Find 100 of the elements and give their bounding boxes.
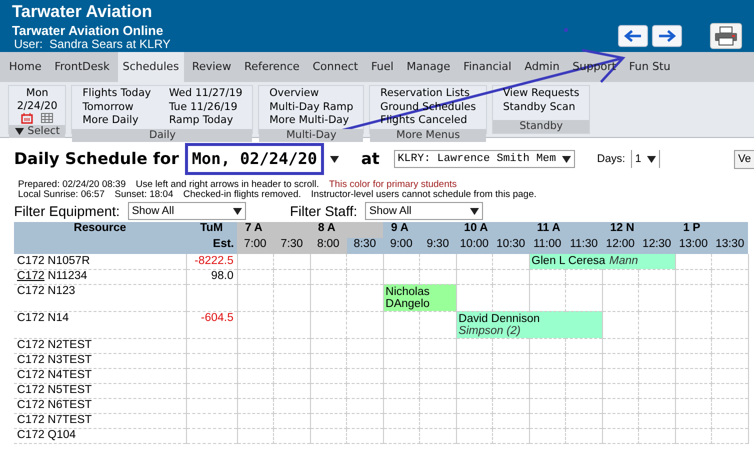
nav-tab[interactable]: Review	[186, 52, 236, 82]
time-header: 9:30	[420, 238, 456, 254]
caret-icon	[562, 156, 572, 162]
time-header: 9:00	[383, 238, 420, 254]
nav-tab[interactable]: Reference	[239, 52, 305, 82]
scroll-hint: Use left and right arrows in header to scroll.	[136, 180, 319, 190]
instructor-note: Instructor-level users cannot schedule from this page.	[311, 190, 536, 200]
filter-select[interactable]: Show All	[128, 202, 246, 220]
menu-link[interactable]: Overview	[269, 87, 354, 100]
resource-name: C172 N6TEST	[14, 398, 186, 413]
nav-tab[interactable]: Fuel	[366, 52, 399, 82]
filter-label: Filter Staff:	[290, 202, 358, 220]
hour-header: 8 A	[310, 222, 384, 238]
menu-link[interactable]: More Daily	[82, 114, 151, 128]
calendar-icon[interactable]	[21, 113, 34, 124]
nav-tab[interactable]: Connect	[308, 52, 364, 82]
menu-link[interactable]: View Requests	[502, 87, 580, 100]
nav-tab[interactable]: Manage	[402, 52, 456, 82]
time-header: 12:00	[602, 238, 639, 254]
time-header: 10:30	[492, 238, 530, 254]
view-button[interactable]: Ve	[734, 150, 754, 168]
instructor-name: Mann	[609, 255, 638, 267]
legend-text: This color for primary students	[329, 180, 457, 190]
student-name: David Dennison	[458, 312, 540, 324]
hour-header: 9 A	[383, 222, 456, 238]
org-name: Tarwater Aviation	[12, 2, 154, 21]
estimate-cell: -604.5	[186, 311, 237, 338]
resource-name: C172 Q104	[14, 428, 186, 443]
menu-link[interactable]: Multi-Day Ramp	[269, 100, 354, 114]
sunset-text: Sunset: 18:04	[114, 190, 174, 200]
caret-icon	[470, 208, 480, 214]
app-title: Tarwater Aviation Online	[12, 23, 164, 38]
student-name: Glen L Ceresa	[532, 255, 606, 267]
group-label: Multi-Day	[259, 128, 364, 142]
printer-icon	[714, 26, 738, 46]
date-display[interactable]: Mon, 02/24/20	[184, 143, 324, 175]
booking-block[interactable]: David Dennison Simpson (2)	[456, 311, 602, 338]
menu-link[interactable]: More Multi-Day	[269, 114, 354, 128]
estimate-cell: 98.0	[186, 269, 237, 284]
location-select[interactable]: KLRY: Lawrence Smith Mem	[394, 150, 576, 168]
resource-name: C172 N5TEST	[14, 383, 186, 398]
estimate-cell: -8222.5	[186, 254, 237, 269]
resource-name: C172 N3TEST	[14, 353, 186, 368]
grid-icon[interactable]	[41, 113, 54, 123]
scroll-right-button[interactable]	[652, 25, 682, 47]
time-header: 11:00	[529, 238, 566, 254]
menu-link[interactable]: Tomorrow	[82, 100, 151, 114]
filter-select[interactable]: Show All	[365, 202, 484, 220]
column-header: Resource	[14, 222, 186, 254]
time-header: 11:30	[566, 238, 602, 254]
checked-in-note: Checked-in flights removed.	[183, 190, 302, 200]
menu-link[interactable]: Tue 11/26/19	[168, 100, 242, 114]
nav-tab[interactable]: Fun Stu	[624, 52, 676, 82]
menu-link[interactable]: Standby Scan	[502, 100, 580, 114]
time-header: 12:30	[638, 238, 676, 254]
group-label: Standby	[492, 120, 590, 133]
booking-block[interactable]: Nicholas DAngelo	[383, 284, 456, 311]
menu-link[interactable]: Reservation Lists	[380, 87, 476, 100]
caret-icon	[647, 156, 656, 162]
resource-name: C172 N123	[14, 284, 186, 311]
column-header: TuM	[186, 222, 237, 238]
time-header: 13:30	[712, 238, 748, 254]
aircraft-type-link[interactable]: C172	[17, 270, 44, 282]
nav-tab[interactable]: FrontDesk	[49, 52, 115, 82]
instructor-name: Simpson (2)	[458, 324, 521, 336]
page-title: Daily Schedule for	[14, 148, 179, 170]
resource-name: C172 N1057R	[14, 254, 186, 269]
left-arrow-icon	[624, 30, 642, 42]
time-header: 13:00	[675, 238, 712, 254]
hour-header: 7 A	[237, 222, 310, 238]
column-header: Est.	[186, 238, 237, 254]
booking-block[interactable]: Glen L Ceresa Mann	[529, 254, 676, 269]
time-header: 8:00	[310, 238, 347, 254]
user-label: User: Sandra Sears at KLRY	[13, 38, 171, 51]
caret-icon	[232, 208, 242, 214]
date-caret-icon	[330, 156, 340, 164]
nav-tab[interactable]: Home	[4, 52, 46, 82]
resource-name: C172 N2TEST	[14, 338, 186, 353]
resource-name: C172 N14	[14, 311, 186, 338]
nav-tab[interactable]: Admin	[519, 52, 565, 82]
resource-name: C172 N7TEST	[14, 413, 186, 428]
caret-icon	[14, 128, 24, 135]
days-select[interactable]: 1	[631, 150, 660, 168]
right-arrow-icon	[658, 30, 676, 42]
nav-tab[interactable]: Financial	[458, 52, 516, 82]
print-button[interactable]	[710, 23, 742, 49]
tail-number: N11234	[48, 270, 88, 282]
date-link[interactable]: 2/24/20	[17, 100, 58, 113]
scroll-left-button[interactable]	[618, 25, 648, 47]
menu-link[interactable]: Flights Today	[82, 87, 151, 100]
time-header: 8:30	[346, 238, 384, 254]
nav-tab[interactable]: Schedules	[118, 52, 184, 82]
hour-header: 11 A	[529, 222, 602, 238]
resource-name: C172 N4TEST	[14, 368, 186, 383]
student-name: Nicholas DAngelo	[386, 286, 430, 310]
menu-link[interactable]: Flights Canceled	[380, 114, 476, 128]
hour-header: 10 A	[456, 222, 530, 238]
menu-link[interactable]: Ramp Today	[168, 114, 242, 128]
hour-header: 12 N	[602, 222, 676, 238]
menu-link[interactable]: Wed 11/27/19	[168, 87, 242, 100]
